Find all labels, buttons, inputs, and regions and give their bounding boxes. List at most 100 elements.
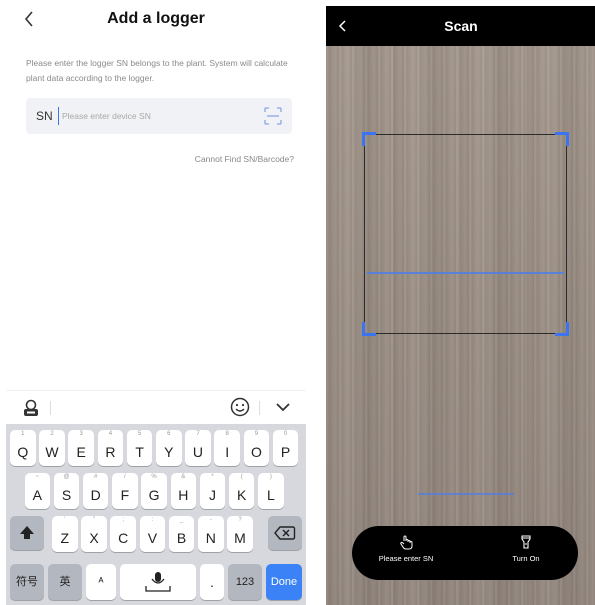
key-hint: ; (122, 517, 125, 523)
hand-tap-icon (400, 535, 413, 550)
key-hint: @ (63, 474, 70, 480)
key-hint: ~ (35, 474, 40, 480)
period-key[interactable]: . (200, 564, 224, 600)
backspace-icon (274, 526, 296, 540)
key-h[interactable]: & H (170, 473, 197, 509)
key-hint: / (124, 474, 126, 480)
space-key[interactable] (120, 564, 196, 600)
frame-corner (362, 132, 376, 146)
key-label: M (234, 530, 246, 546)
key-label: H (178, 487, 189, 503)
key-l[interactable]: ) L (258, 473, 284, 509)
key-hint: " (92, 517, 96, 523)
key-k[interactable]: (K (228, 473, 255, 509)
shift-icon (20, 526, 34, 539)
key-hint: - (209, 517, 212, 523)
key-s[interactable]: @ S (53, 473, 80, 509)
collapse-keyboard-button[interactable] (272, 396, 294, 418)
key-z[interactable]: ' Z (52, 516, 78, 552)
cannot-find-link[interactable]: Cannot Find SN/Barcode? (195, 154, 294, 164)
key-y[interactable]: 6Y (156, 430, 182, 466)
done-key-label: Done (270, 576, 298, 588)
key-f[interactable]: / F (112, 473, 138, 509)
backspace-key[interactable] (268, 516, 302, 550)
key-hint: 8 (225, 431, 229, 437)
frame-corner (555, 322, 569, 336)
flashlight-label: Turn On (512, 554, 540, 563)
key-label: B (176, 530, 187, 546)
chevron-down-icon (276, 403, 290, 412)
key-r[interactable]: 4R (97, 430, 124, 466)
key-label: E (76, 444, 86, 460)
key-a[interactable]: ~ A (24, 473, 51, 509)
symbols-key[interactable]: 符号 (10, 564, 44, 600)
emoji-button[interactable] (229, 396, 251, 418)
enter-sn-button[interactable]: Please enter SN (356, 534, 456, 574)
scan-button[interactable] (264, 107, 282, 125)
page-title: Scan (444, 18, 478, 34)
punctuation-key-label: ᴬ (98, 576, 104, 588)
keyboard-tools-button[interactable] (20, 397, 42, 419)
key-q[interactable]: 1Q (10, 430, 36, 466)
key-label: P (280, 444, 291, 460)
flashlight-icon (521, 535, 531, 549)
key-label: Z (60, 530, 70, 546)
key-label: D (90, 487, 101, 503)
key-i[interactable]: 8I (214, 430, 240, 466)
header: Add a logger (6, 0, 306, 38)
key-b[interactable]: _ B (168, 516, 195, 552)
symbols-key-label: 符号 (16, 576, 38, 588)
numbers-key[interactable]: 123 (228, 564, 262, 600)
key-label: O (250, 444, 262, 460)
key-hint: 0 (283, 431, 288, 437)
shift-key[interactable] (10, 516, 44, 550)
key-j[interactable]: * J (199, 473, 226, 509)
language-key-label: 英 (59, 576, 71, 588)
frame-corner (555, 132, 569, 146)
key-label: A (32, 487, 42, 503)
sn-input[interactable] (58, 107, 248, 125)
key-x[interactable]: " X (81, 516, 107, 552)
key-label: G (148, 487, 160, 503)
done-key[interactable]: Done (266, 564, 302, 600)
key-hint: % (151, 474, 157, 480)
key-hint: * (211, 474, 214, 480)
numbers-key-label: 123 (235, 576, 255, 588)
key-o[interactable]: 9O (243, 430, 270, 466)
key-p[interactable]: 0P (272, 430, 299, 466)
punctuation-key[interactable]: ᴬ (86, 564, 116, 600)
key-hint: ) (269, 474, 272, 480)
keyboard-tools-icon (24, 399, 38, 416)
key-m[interactable]: ? M (227, 516, 253, 552)
enter-sn-label: Please enter SN (378, 554, 434, 563)
key-label: T (135, 444, 144, 460)
add-logger-screen: Add a logger Please enter the logger SN … (6, 0, 306, 605)
key-u[interactable]: 7U (185, 430, 211, 466)
header: Scan (326, 6, 595, 46)
toolbar-divider (50, 401, 51, 415)
key-g[interactable]: % G (141, 473, 167, 509)
scan-screen: Scan Please enter SN Turn On (326, 6, 595, 605)
key-n[interactable]: -N (198, 516, 224, 552)
key-label: K (237, 487, 247, 503)
microphone-icon (145, 572, 171, 592)
key-label: Y (164, 444, 174, 460)
key-c[interactable]: ; C (110, 516, 136, 552)
page-title: Add a logger (107, 10, 205, 27)
key-hint: ' (64, 517, 66, 523)
key-label: N (205, 530, 216, 546)
key-w[interactable]: 2W (39, 430, 65, 466)
key-label: C (118, 530, 129, 546)
key-hint: : (151, 517, 154, 523)
key-hint: 4 (108, 431, 113, 437)
key-label: Q (17, 444, 29, 460)
key-label: R (105, 444, 116, 460)
flashlight-button[interactable]: Turn On (476, 534, 576, 574)
language-key[interactable]: 英 (48, 564, 82, 600)
key-v[interactable]: :V (139, 516, 166, 552)
key-d[interactable]: # D (82, 473, 109, 509)
keyboard-toolbar (6, 390, 306, 424)
key-e[interactable]: 3E (68, 430, 94, 466)
key-label: L (266, 487, 275, 503)
key-t[interactable]: 5T (126, 430, 153, 466)
